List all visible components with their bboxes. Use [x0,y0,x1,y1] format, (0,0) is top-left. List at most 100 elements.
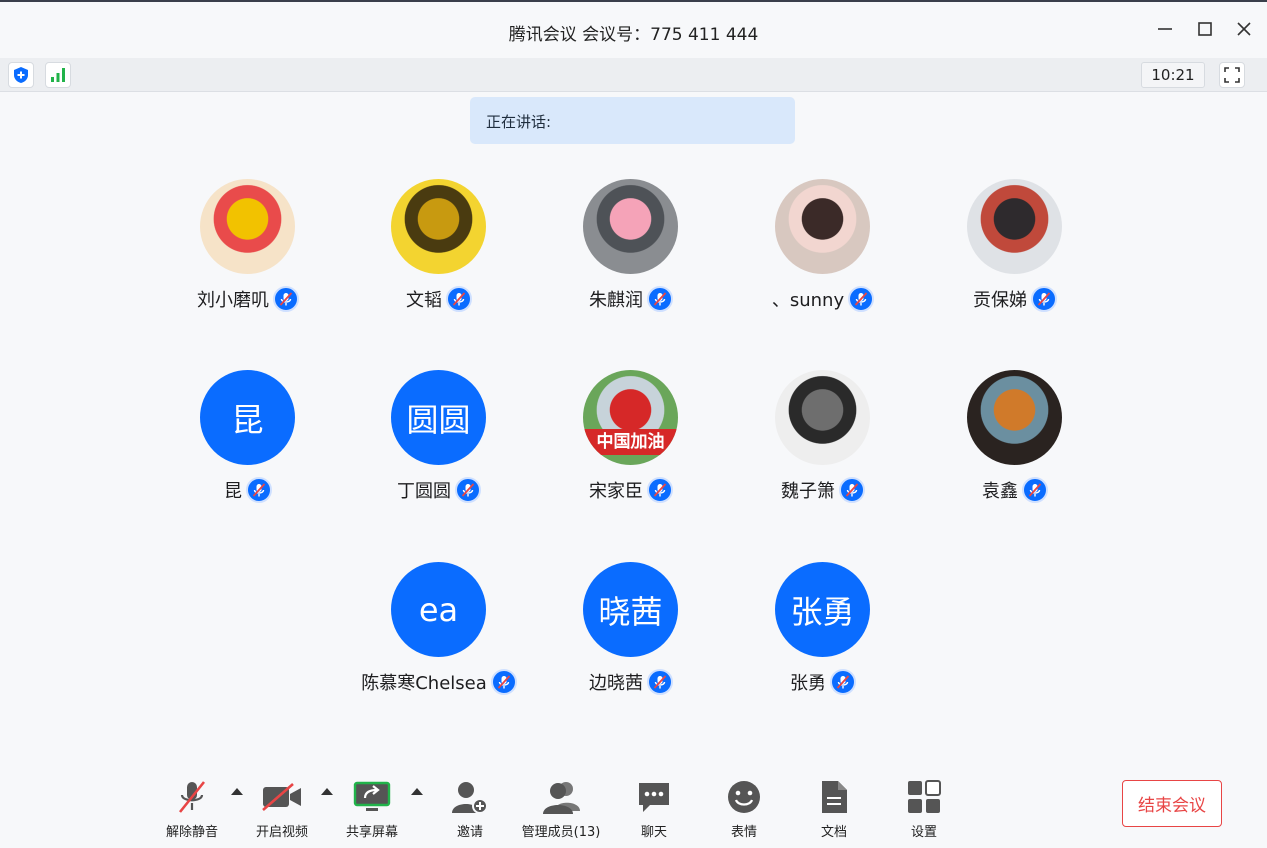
participant-name-row: 刘小磨叽 [153,285,343,313]
participant-name-row: 魏子箫 [728,476,918,504]
avatar: ea [391,562,486,657]
muted-mic-icon [647,669,673,695]
participant-name: 文韬 [406,290,442,311]
avatar: 中国加油 [583,370,678,465]
participant-name-row: 袁鑫 [920,476,1110,504]
chat-button[interactable]: 聊天 [614,776,694,840]
settings-button[interactable]: 设置 [884,776,964,840]
avatar: 圆圆 [391,370,486,465]
minimize-button[interactable] [1154,18,1176,40]
participant-name: 丁圆圆 [397,481,451,502]
muted-mic-icon [455,477,481,503]
fullscreen-icon [1224,67,1240,83]
muted-mic-icon [647,286,673,312]
avatar [775,370,870,465]
start-video-label: 开启视频 [255,825,308,840]
participant-tile[interactable]: 张勇 张勇 [728,562,918,702]
emoji-label: 表情 [730,825,757,840]
muted-mic-icon [845,483,859,497]
participant-tile[interactable]: 中国加油 宋家臣 [536,370,726,510]
bottom-toolbar: 解除静音 开启视频 共享屏幕 邀请 管理成员(13) 聊天 表情 文档 设置 结… [0,760,1267,848]
participant-tile[interactable]: ea 陈慕寒Chelsea [344,562,534,702]
muted-mic-icon [246,477,272,503]
muted-mic-icon [839,477,865,503]
meeting-clock: 10:21 [1141,62,1205,88]
avatar [583,179,678,274]
signal-button[interactable] [45,62,71,88]
participant-tile[interactable]: 昆昆 [153,370,343,510]
window-title: 腾讯会议 会议号：775 411 444 [508,25,759,45]
participant-name-row: 文韬 [344,285,534,313]
participant-name: 边晓茜 [589,673,643,694]
docs-button[interactable]: 文档 [794,776,874,840]
close-icon [1237,22,1251,36]
close-button[interactable] [1233,18,1255,40]
shield-icon [14,67,28,83]
participant-tile[interactable]: 、sunny [728,179,918,319]
avatar [391,179,486,274]
muted-mic-icon [854,292,868,306]
participant-name: 陈慕寒Chelsea [361,673,487,694]
participant-name: 张勇 [790,673,826,694]
avatar [967,179,1062,274]
participant-name-row: 贡保娣 [920,285,1110,313]
participant-tile[interactable]: 贡保娣 [920,179,1110,319]
add-user-icon [452,782,488,814]
title-bar: 腾讯会议 会议号：775 411 444 [0,0,1267,58]
muted-mic-icon [273,286,299,312]
avatar [967,370,1062,465]
participant-name: 贡保娣 [973,290,1027,311]
avatar-caption: 中国加油 [583,429,678,455]
avatar [200,179,295,274]
maximize-button[interactable] [1194,18,1216,40]
participant-tile[interactable]: 晓茜 边晓茜 [536,562,726,702]
muted-mic-icon [653,483,667,497]
muted-mic-icon [836,675,850,689]
speaking-indicator: 正在讲话: [470,97,795,144]
share-screen-label: 共享屏幕 [345,825,398,840]
participant-name: 魏子箫 [781,481,835,502]
security-button[interactable] [8,62,34,88]
chat-icon [639,783,669,812]
unmute-button[interactable]: 解除静音 [152,776,232,840]
manage-members-label: 管理成员(13) [521,825,601,840]
muted-mic-icon [653,292,667,306]
end-meeting-button[interactable]: 结束会议 [1122,780,1222,827]
participant-tile[interactable]: 魏子箫 [728,370,918,510]
maximize-icon [1198,22,1212,36]
participant-name: 昆 [224,481,242,502]
participant-tile[interactable]: 袁鑫 [920,370,1110,510]
unmute-label: 解除静音 [165,825,218,840]
participant-name-row: 朱麒润 [536,285,726,313]
participant-name: 、sunny [771,290,845,311]
participant-name: 袁鑫 [982,481,1018,502]
smiley-icon [728,781,760,813]
participant-name-row: 张勇 [728,668,918,696]
muted-mic-icon [279,292,293,306]
chat-label: 聊天 [640,825,667,840]
participant-name-row: 宋家臣 [536,476,726,504]
grid-settings-icon [908,780,941,813]
invite-label: 邀请 [456,825,483,840]
muted-mic-icon [1031,286,1057,312]
participant-name-row: 陈慕寒Chelsea [344,668,534,696]
participant-tile[interactable]: 朱麒润 [536,179,726,319]
emoji-button[interactable]: 表情 [704,776,784,840]
participant-name-row: 昆 [153,476,343,504]
participant-tile[interactable]: 刘小磨叽 [153,179,343,319]
share-screen-button[interactable]: 共享屏幕 [332,776,412,840]
start-video-button[interactable]: 开启视频 [242,776,322,840]
participant-name-row: 边晓茜 [536,668,726,696]
participant-tile[interactable]: 圆圆丁圆圆 [344,370,534,510]
muted-mic-icon [446,286,472,312]
participant-tile[interactable]: 文韬 [344,179,534,319]
share-options-caret[interactable] [411,788,423,795]
muted-mic-icon [252,483,266,497]
minimize-icon [1158,28,1172,30]
invite-button[interactable]: 邀请 [430,776,510,840]
fullscreen-button[interactable] [1219,62,1245,88]
camera-off-icon [262,783,301,811]
muted-mic-icon [461,483,475,497]
avatar: 张勇 [775,562,870,657]
manage-members-button[interactable]: 管理成员(13) [516,776,606,840]
